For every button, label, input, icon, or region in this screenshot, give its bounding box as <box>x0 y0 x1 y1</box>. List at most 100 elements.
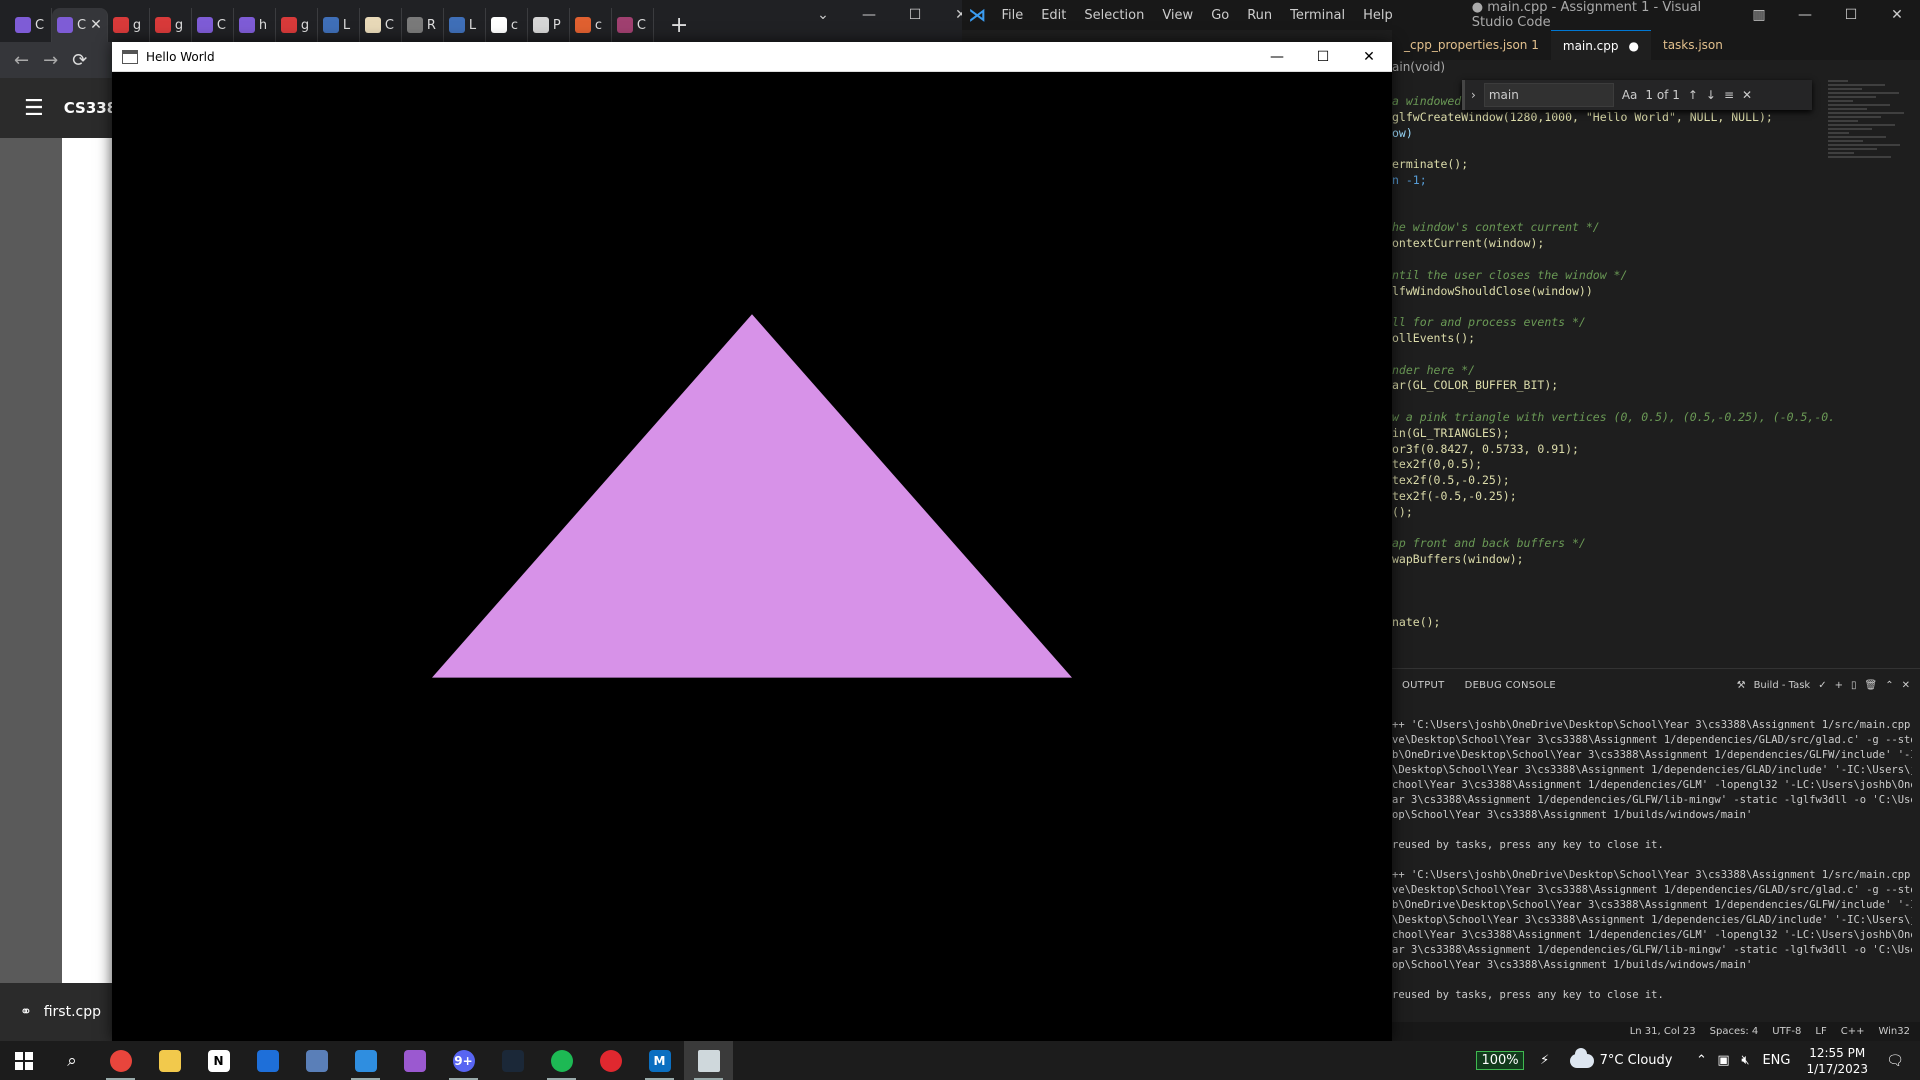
vscode-terminal-output[interactable]: ++ 'C:\Users\joshb\OneDrive\Desktop\Scho… <box>1392 718 1912 1008</box>
notification-center-icon[interactable]: 🗨 <box>1880 1053 1910 1069</box>
chrome-tab[interactable]: C ✕ <box>52 8 108 42</box>
chevron-up-icon[interactable]: ⌃ <box>1690 1053 1712 1068</box>
taskbar-app-spotify[interactable] <box>537 1041 586 1080</box>
panel-tab[interactable]: OUTPUT <box>1392 680 1455 691</box>
chrome-tab[interactable]: C <box>360 8 402 42</box>
taskbar-app-glfw-app[interactable] <box>684 1041 733 1080</box>
tab-favicon-icon <box>406 17 423 33</box>
chevron-right-icon[interactable]: › <box>1471 88 1476 102</box>
reload-icon[interactable]: ⟳ <box>72 50 87 71</box>
editor-tab[interactable]: tasks.json <box>1651 30 1735 60</box>
volume-muted-icon[interactable]: 🔇︎ <box>1734 1053 1756 1068</box>
chrome-tab[interactable]: R <box>402 8 444 42</box>
battery-indicator[interactable]: 100% <box>1476 1051 1524 1070</box>
menu-item-help[interactable]: Help <box>1354 8 1402 23</box>
vscode-minimize-button[interactable]: — <box>1782 0 1828 30</box>
match-case-icon[interactable]: Aa <box>1622 88 1638 102</box>
chrome-minimize-button[interactable]: — <box>846 0 892 30</box>
taskbar-app-onenote[interactable] <box>243 1041 292 1080</box>
chrome-tab[interactable]: L <box>444 8 486 42</box>
menu-item-selection[interactable]: Selection <box>1075 8 1153 23</box>
chrome-maximize-button[interactable]: ☐ <box>892 0 938 30</box>
menu-item-view[interactable]: View <box>1153 8 1202 23</box>
menu-item-file[interactable]: File <box>992 8 1032 23</box>
menu-item-go[interactable]: Go <box>1202 8 1238 23</box>
menu-item-run[interactable]: Run <box>1238 8 1281 23</box>
chrome-tab[interactable]: L <box>318 8 360 42</box>
chrome-tab[interactable]: P <box>528 8 570 42</box>
status-item[interactable]: LF <box>1815 1026 1826 1037</box>
glfw-titlebar[interactable]: Hello World — ☐ ✕ <box>112 42 1392 72</box>
close-icon[interactable]: ✕ <box>1742 88 1752 102</box>
tab-close-icon[interactable]: ✕ <box>90 17 102 33</box>
status-item[interactable]: C++ <box>1841 1026 1865 1037</box>
glfw-close-button[interactable]: ✕ <box>1346 42 1392 72</box>
language-indicator[interactable]: ENG <box>1756 1053 1796 1068</box>
search-icon[interactable]: ⌕ <box>48 1041 96 1080</box>
status-item[interactable]: Ln 31, Col 23 <box>1630 1026 1696 1037</box>
taskbar-app-snipping-tool[interactable] <box>292 1041 341 1080</box>
vscode-code-editor[interactable]: a windowed glfwCreateWindow(1280,1000, "H… <box>1392 94 1832 654</box>
chrome-tab[interactable]: g <box>276 8 318 42</box>
vscode-maximize-button[interactable]: ☐ <box>1828 0 1874 30</box>
task-label[interactable]: Build - Task <box>1754 680 1811 691</box>
status-item[interactable]: Spaces: 4 <box>1710 1026 1759 1037</box>
menu-item-terminal[interactable]: Terminal <box>1281 8 1354 23</box>
taskbar-app-affinity[interactable] <box>390 1041 439 1080</box>
menu-item-edit[interactable]: Edit <box>1032 8 1075 23</box>
close-panel-icon[interactable]: ✕ <box>1902 680 1910 691</box>
chrome-tab[interactable]: C <box>10 8 52 42</box>
vscode-minimap[interactable] <box>1828 78 1914 168</box>
chrome-tab[interactable]: g <box>108 8 150 42</box>
status-item[interactable]: UTF-8 <box>1772 1026 1801 1037</box>
taskbar-app-notion[interactable]: N <box>194 1041 243 1080</box>
clock-date: 1/17/2023 <box>1806 1061 1868 1076</box>
glfw-minimize-button[interactable]: — <box>1254 42 1300 72</box>
taskbar-app-file-explorer[interactable] <box>145 1041 194 1080</box>
arrow-up-icon[interactable]: ↑ <box>1688 88 1698 102</box>
chrome-tab[interactable]: h <box>234 8 276 42</box>
chrome-tab[interactable]: C <box>612 8 654 42</box>
trash-icon[interactable]: 🗑 <box>1865 680 1878 691</box>
split-icon[interactable]: ▯ <box>1851 680 1857 691</box>
clock[interactable]: 12:55 PM 1/17/2023 <box>1806 1045 1868 1077</box>
new-tab-button[interactable]: + <box>670 13 688 38</box>
back-arrow-icon[interactable]: ← <box>14 50 29 71</box>
taskbar-app-maple[interactable]: M <box>635 1041 684 1080</box>
chevron-up-icon[interactable]: ⌃ <box>1885 680 1893 691</box>
chrome-tab-search-icon[interactable]: ⌄ <box>800 0 846 30</box>
chrome-tab[interactable]: c <box>486 8 528 42</box>
weather-widget[interactable]: 7°C Cloudy <box>1569 1047 1672 1068</box>
windows-start-button[interactable] <box>0 1041 48 1080</box>
chrome-tab[interactable]: g <box>150 8 192 42</box>
chrome-tab[interactable]: c <box>570 8 612 42</box>
network-icon[interactable]: ▣ <box>1712 1053 1734 1068</box>
vscode-breadcrumb[interactable]: ain(void) <box>1392 60 1920 80</box>
status-item[interactable]: Win32 <box>1878 1026 1910 1037</box>
glfw-maximize-button[interactable]: ☐ <box>1300 42 1346 72</box>
layout-toggle-icon[interactable]: ▥ <box>1736 0 1782 30</box>
editor-tab[interactable]: main.cpp ● <box>1550 30 1651 60</box>
chrome-tab[interactable]: C <box>192 8 234 42</box>
taskbar-app-chrome[interactable] <box>96 1041 145 1080</box>
taskbar-app-steam[interactable] <box>488 1041 537 1080</box>
taskbar-app-discord[interactable]: 9+ <box>439 1041 488 1080</box>
find-in-selection-icon[interactable]: ≡ <box>1724 88 1734 102</box>
find-input[interactable] <box>1483 83 1614 107</box>
add-terminal-icon[interactable]: + <box>1835 680 1843 691</box>
footer-file-link[interactable]: first.cpp <box>44 1004 101 1020</box>
vscode-close-button[interactable]: ✕ <box>1874 0 1920 30</box>
editor-tab[interactable]: _cpp_properties.json 1 <box>1392 30 1551 60</box>
arrow-down-icon[interactable]: ↓ <box>1706 88 1716 102</box>
cloud-icon <box>1569 1047 1594 1068</box>
hamburger-menu-icon[interactable]: ☰ <box>24 96 44 121</box>
code-line: erminate(); <box>1392 157 1469 172</box>
panel-tab[interactable]: DEBUG CONSOLE <box>1455 680 1566 691</box>
forward-arrow-icon[interactable]: → <box>43 50 58 71</box>
tab-favicon-icon <box>112 17 129 33</box>
taskbar-app-vscode[interactable] <box>341 1041 390 1080</box>
site-title[interactable]: CS338 <box>64 99 117 117</box>
taskbar-app-app-red[interactable] <box>586 1041 635 1080</box>
